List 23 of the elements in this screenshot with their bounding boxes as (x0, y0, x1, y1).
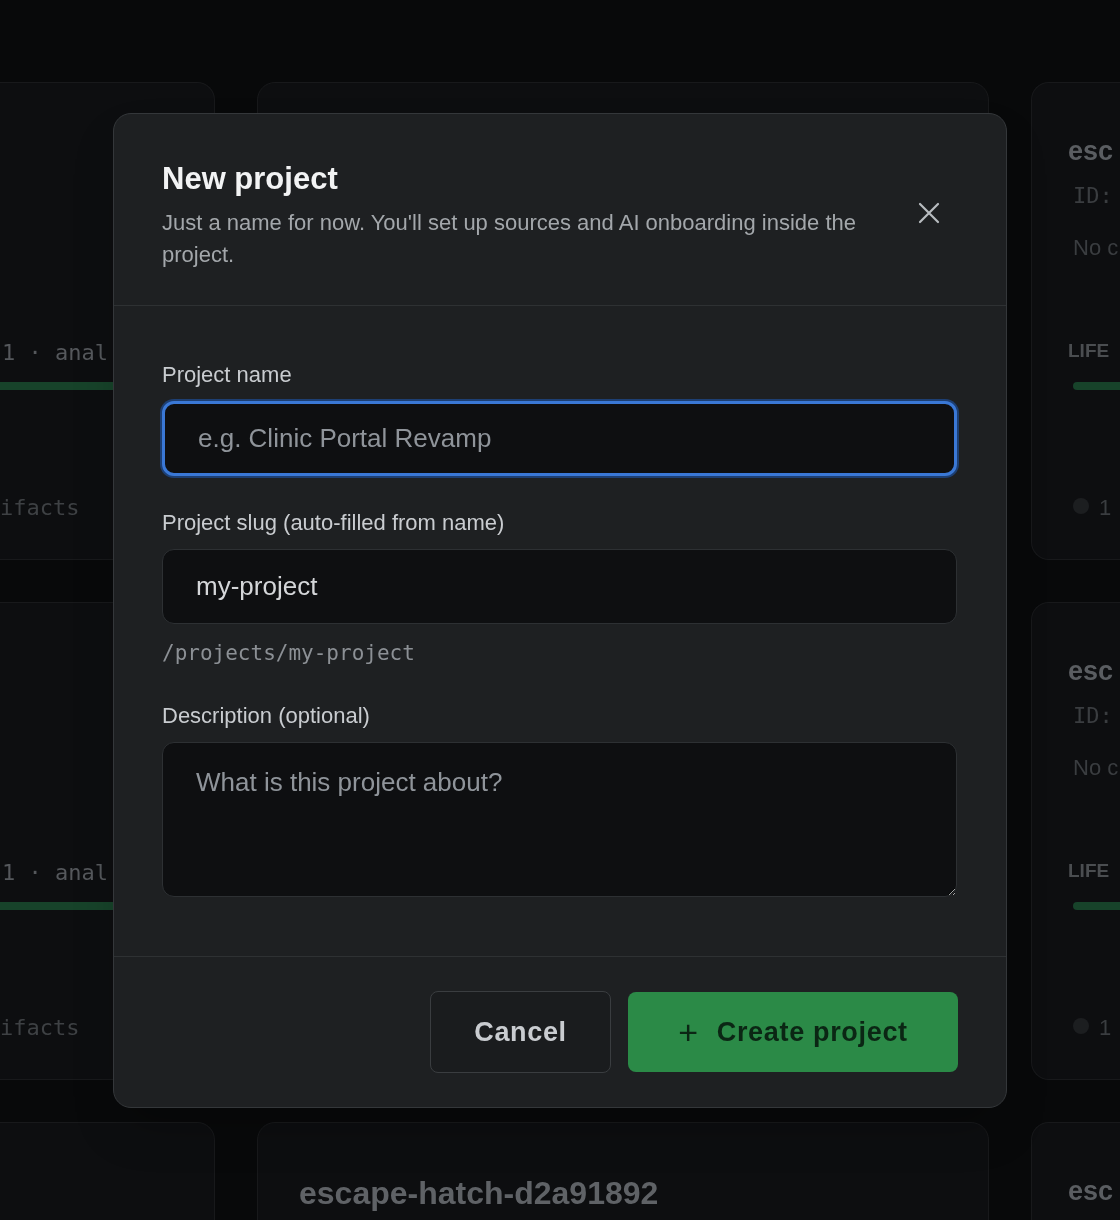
card-meta: 1 · anal (2, 339, 108, 367)
field-label: Project slug (auto-filled from name) (162, 508, 506, 537)
card-title: esc (1068, 135, 1114, 168)
cancel-button[interactable]: Cancel (430, 991, 611, 1073)
accent-stripe (1073, 902, 1120, 910)
card-meta: 1 · anal (2, 859, 108, 887)
dialog-title: New project (162, 160, 339, 198)
slug-preview: /projects/my-project (162, 639, 416, 667)
field-label: Description (optional) (162, 702, 371, 731)
create-project-button[interactable]: + Create project (628, 992, 958, 1072)
plus-icon: + (678, 1015, 699, 1049)
description-field[interactable]: What is this project about? (162, 742, 957, 898)
close-icon[interactable] (916, 200, 942, 226)
slug-field[interactable]: my-project (162, 548, 957, 624)
accent-stripe (1073, 382, 1120, 390)
card-title: esc (1068, 655, 1114, 688)
section-label: LIFE (1068, 859, 1110, 883)
dialog-subtitle: Just a name for now. You'll set up sources and AI onboarding inside the project. (162, 208, 857, 269)
card-title: esc (1068, 1175, 1114, 1208)
input-field[interactable]: e.g. Clinic Portal Revamp (162, 400, 957, 476)
field-label: Project name (162, 360, 293, 389)
section-label: LIFE (1068, 339, 1110, 363)
card-title: escape-hatch-d2a91892 (299, 1174, 659, 1213)
